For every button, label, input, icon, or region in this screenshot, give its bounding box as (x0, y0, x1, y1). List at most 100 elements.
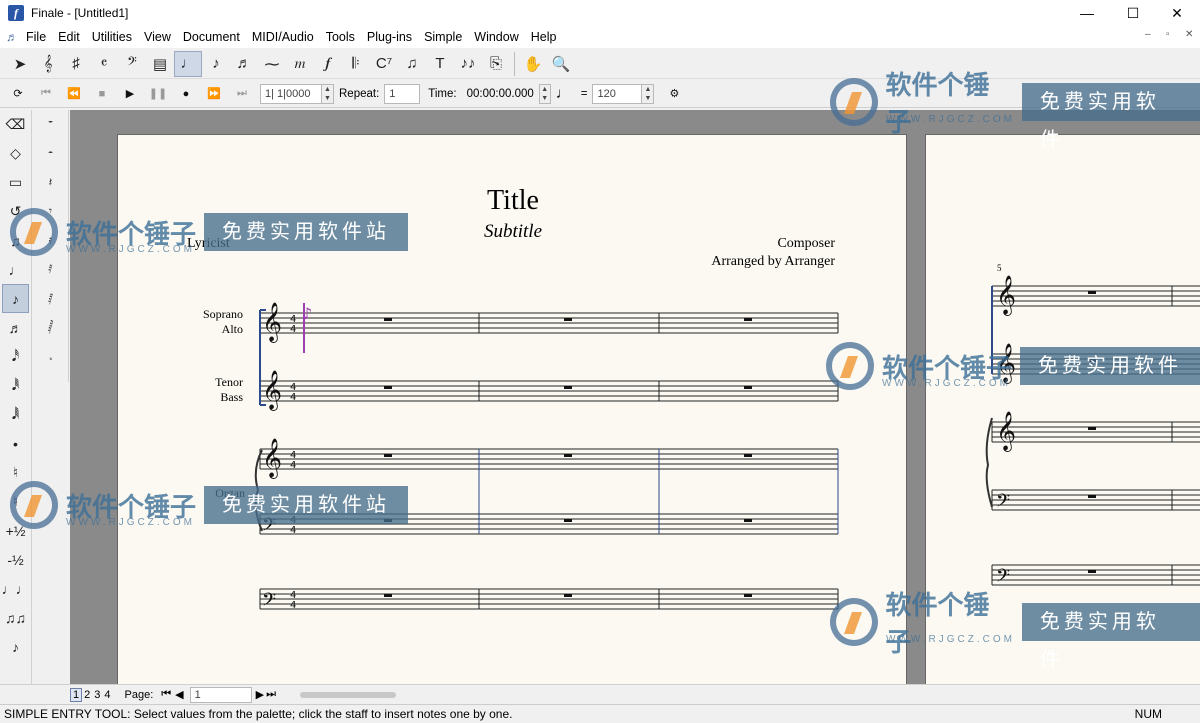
menu-plug-ins[interactable]: Plug-ins (361, 26, 418, 48)
menu-edit[interactable]: Edit (52, 26, 86, 48)
rest-item-1-icon[interactable]: 𝄼 (33, 139, 68, 168)
score-system-2[interactable]: 5 𝄞 𝄞 𝄞 𝄢 𝄢 (926, 135, 1200, 684)
selection-tool[interactable]: ➤ (6, 51, 34, 77)
record-button[interactable]: ● (172, 82, 200, 106)
first-page-icon[interactable]: ⏮ (161, 688, 171, 701)
minimize-button[interactable]: — (1064, 0, 1110, 26)
lyrics-tool[interactable]: ♫ (398, 51, 426, 77)
mdi-minimize-button[interactable]: – (1145, 29, 1151, 40)
rewind-start-button[interactable]: ⏮ (32, 82, 60, 106)
expression-tool[interactable]: 𝆑 (314, 51, 342, 77)
maximize-button[interactable]: ☐ (1110, 0, 1156, 26)
measure-counter-field[interactable]: 1| 1|0000 (260, 83, 322, 104)
staff-tool[interactable]: 𝄞 (34, 51, 62, 77)
palette-item-5-icon[interactable]: ♩ (0, 255, 31, 284)
key-signature-tool[interactable]: ♯ (62, 51, 90, 77)
menu-window[interactable]: Window (468, 26, 524, 48)
menu-view[interactable]: View (138, 26, 177, 48)
rest-item-2-icon[interactable]: 𝄽 (33, 168, 68, 197)
rest-item-0-icon[interactable]: 𝄻 (33, 110, 68, 139)
palette-item-11-icon[interactable]: • (0, 429, 31, 458)
rest-item-6-icon[interactable]: 𝅁 (33, 284, 68, 313)
palette-item-12-icon[interactable]: ♮ (0, 458, 31, 487)
menu-document[interactable]: Document (177, 26, 246, 48)
menu-file[interactable]: File (20, 26, 52, 48)
palette-item-6-icon[interactable]: ♪ (2, 284, 29, 313)
score-page-1[interactable]: Title Subtitle Composer Arranged by Arra… (117, 134, 907, 684)
tempo-field[interactable]: 120 (592, 83, 643, 104)
mdi-restore-button[interactable]: ▫ (1166, 29, 1170, 40)
palette-item-8-icon[interactable]: 𝅘𝅥𝅰 (0, 342, 31, 371)
play-button[interactable]: ▶ (116, 82, 144, 106)
horizontal-scrollbar[interactable] (300, 691, 396, 698)
palette-item-13-icon[interactable]: ♮ (0, 487, 31, 516)
menu-utilities[interactable]: Utilities (86, 26, 138, 48)
hand-grabber-tool[interactable]: ✋ (519, 51, 547, 77)
prev-page-icon[interactable]: ◀ (175, 688, 183, 701)
palette-item-16-icon[interactable]: ♩♩ (0, 574, 31, 603)
repeat-tool[interactable]: 𝄆 (342, 51, 370, 77)
palette-item-15-icon[interactable]: -½ (0, 545, 31, 574)
fast-forward-button[interactable]: ⏩ (200, 82, 228, 106)
window-title-bar[interactable]: f Finale - [Untitled1] — ☐ ✕ (0, 0, 1200, 26)
palette-item-10-icon[interactable]: 𝅘𝅥𝅲 (0, 400, 31, 429)
loop-button[interactable]: ⟳ (4, 82, 32, 106)
palette-item-4-icon[interactable]: ♫ (0, 226, 31, 255)
measure-tool[interactable]: ▤ (146, 51, 174, 77)
rest-item-8-icon[interactable]: 𝅃 (33, 342, 68, 371)
repeat-select[interactable]: 1 (384, 83, 421, 104)
page-tab-2[interactable]: 2 (82, 689, 92, 701)
tuplet-tool[interactable]: ♬ (230, 51, 258, 77)
pause-button[interactable]: ❚❚ (144, 82, 172, 106)
page-layout-tool[interactable]: ⎘ (482, 51, 510, 77)
palette-item-14-icon[interactable]: +½ (0, 516, 31, 545)
palette-item-0-icon[interactable]: ⌫ (0, 110, 31, 139)
stop-button[interactable]: ■ (88, 82, 116, 106)
rest-item-7-icon[interactable]: 𝅂 (33, 313, 68, 342)
page-number-field[interactable]: 1 (189, 686, 252, 703)
mirror-tool[interactable]: ♪♪ (454, 51, 482, 77)
chord-tool[interactable]: C⁷ (370, 51, 398, 77)
document-canvas[interactable]: Title Subtitle Composer Arranged by Arra… (70, 110, 1200, 684)
menu-help[interactable]: Help (525, 26, 563, 48)
time-signature-tool[interactable]: 𝄴 (90, 51, 118, 77)
mdi-close-button[interactable]: ✕ (1185, 29, 1193, 40)
time-spinner[interactable]: ▲ ▼ (538, 83, 551, 104)
text-tool[interactable]: T (426, 51, 454, 77)
next-page-icon[interactable]: ▶ (256, 688, 264, 701)
zoom-tool[interactable]: 🔍 (547, 51, 575, 77)
counter-spinner[interactable]: ▲ ▼ (322, 83, 334, 104)
score-page-2[interactable]: 5 𝄞 𝄞 𝄞 𝄢 𝄢 (925, 134, 1200, 684)
palette-item-7-icon[interactable]: ♬ (0, 313, 31, 342)
clef-tool[interactable]: 𝄢 (118, 51, 146, 77)
last-page-icon[interactable]: ⏭ (266, 688, 276, 701)
simple-entry-tool[interactable]: ♩ (174, 50, 202, 77)
palette-item-9-icon[interactable]: 𝅘𝅥𝅱 (0, 371, 31, 400)
menu-tools[interactable]: Tools (320, 26, 361, 48)
palette-item-2-icon[interactable]: ▭ (0, 168, 31, 197)
close-button[interactable]: ✕ (1154, 0, 1200, 26)
score-system-1[interactable]: ♪ 𝄞 44𝄞 44𝄞 44𝄢 44𝄢 44 (118, 135, 908, 684)
rest-item-4-icon[interactable]: 𝄿 (33, 226, 68, 255)
quarter-note-icon[interactable]: ♩ (556, 85, 571, 102)
rest-item-5-icon[interactable]: 𝅀 (33, 255, 68, 284)
menu-midi-audio[interactable]: MIDI/Audio (246, 26, 320, 48)
treble-clef-icon: 𝄞 (996, 343, 1016, 384)
palette-item-1-icon[interactable]: ◇ (0, 139, 31, 168)
tempo-spinner[interactable]: ▲ ▼ (642, 83, 655, 104)
rest-item-3-icon[interactable]: 𝄾 (33, 197, 68, 226)
articulation-tool[interactable]: 𝆐 (286, 51, 314, 77)
page-tab-1[interactable]: 1 (70, 687, 83, 702)
palette-item-18-icon[interactable]: ♪ (0, 632, 31, 661)
document-icon[interactable]: ♬ (6, 30, 20, 44)
speedy-entry-tool[interactable]: ♪ (202, 51, 230, 77)
forward-end-button[interactable]: ⏭ (228, 82, 256, 106)
gear-icon[interactable]: ⚙ (660, 82, 688, 106)
smart-shape-tool[interactable]: ⁓ (258, 51, 286, 77)
page-tab-3[interactable]: 3 (92, 689, 102, 701)
menu-simple[interactable]: Simple (418, 26, 468, 48)
palette-item-17-icon[interactable]: ♫♫ (0, 603, 31, 632)
page-tab-4[interactable]: 4 (102, 689, 112, 701)
palette-item-3-icon[interactable]: ↺ (0, 197, 31, 226)
rewind-button[interactable]: ⏪ (60, 82, 88, 106)
